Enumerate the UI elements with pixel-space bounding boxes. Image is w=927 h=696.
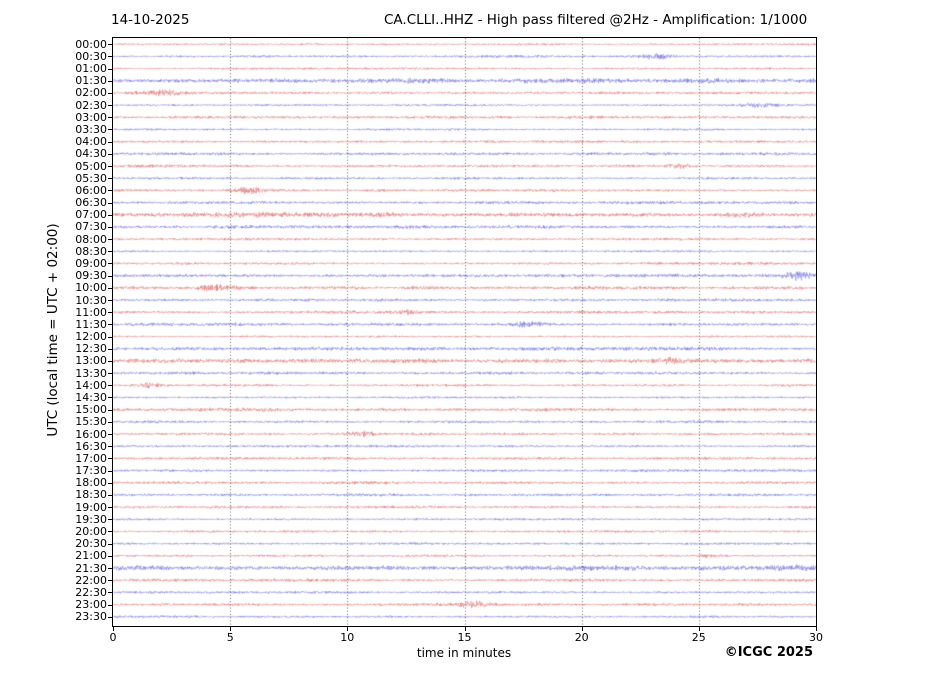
y-tick-label: 21:30	[75, 561, 107, 575]
x-tick-label: 30	[809, 631, 823, 644]
y-tick-label: 07:30	[75, 220, 107, 234]
y-tick-label: 08:00	[75, 232, 107, 246]
y-tick-label: 06:00	[75, 183, 107, 197]
x-tick-mark	[347, 627, 348, 631]
x-tick-mark	[230, 627, 231, 631]
y-tick-label: 02:30	[75, 98, 107, 112]
y-tick-label: 20:00	[75, 524, 107, 538]
x-tick-mark	[582, 627, 583, 631]
y-tick-label: 19:00	[75, 500, 107, 514]
y-tick-label: 03:30	[75, 123, 107, 136]
y-tick-label: 14:00	[75, 378, 107, 392]
x-tick-label: 20	[574, 631, 589, 644]
y-tick-label: 17:00	[75, 451, 107, 465]
y-tick-label: 00:30	[75, 49, 107, 63]
y-tick-label: 21:00	[75, 549, 107, 563]
y-tick-label: 11:30	[75, 317, 107, 331]
y-tick-label: 10:30	[75, 293, 107, 307]
plot-area	[112, 37, 817, 627]
y-tick-label: 07:00	[75, 208, 107, 222]
x-tick-label: 0	[109, 631, 117, 644]
y-tick-label: 02:00	[75, 86, 107, 100]
y-tick-label: 13:30	[75, 366, 107, 380]
y-tick-label: 06:30	[75, 196, 107, 210]
y-tick-label: 23:00	[75, 598, 107, 611]
x-tick-mark	[113, 627, 114, 631]
y-tick-label: 17:30	[75, 464, 107, 477]
y-tick-label: 05:30	[75, 171, 107, 185]
x-tick-label: 5	[226, 631, 234, 644]
y-tick-label: 13:00	[75, 354, 107, 368]
y-tick-label: 12:30	[75, 342, 107, 356]
y-tick-label: 14:30	[75, 390, 107, 404]
x-tick-label: 15	[457, 631, 472, 644]
y-tick-label: 08:30	[75, 244, 107, 258]
y-tick-label: 01:30	[75, 74, 107, 88]
x-tick-label: 25	[691, 631, 706, 644]
y-tick-label: 22:30	[75, 585, 107, 599]
y-tick-label: 00:00	[75, 37, 107, 51]
x-tick-mark	[465, 627, 466, 631]
y-tick-label: 03:00	[75, 110, 107, 124]
y-tick-label: 04:30	[75, 147, 107, 161]
y-tick-label: 23:30	[75, 610, 107, 624]
y-tick-label: 22:00	[75, 573, 107, 587]
y-tick-label: 01:00	[75, 62, 107, 76]
y-tick-label: 18:00	[75, 476, 107, 490]
x-tick-label: 10	[340, 631, 355, 644]
y-tick-label: 16:30	[75, 439, 107, 453]
y-tick-label: 15:00	[75, 403, 107, 417]
y-tick-label: 20:30	[75, 537, 107, 551]
y-tick-label: 09:00	[75, 257, 107, 270]
x-tick-mark	[816, 627, 817, 631]
y-tick-label: 19:30	[75, 512, 107, 526]
y-tick-label: 05:00	[75, 159, 107, 173]
y-tick-label: 10:00	[75, 281, 107, 295]
seismogram-traces-canvas	[113, 38, 816, 626]
y-tick-label: 18:30	[75, 488, 107, 502]
y-tick-label: 12:00	[75, 330, 107, 343]
copyright-label: ©ICGC 2025	[724, 645, 813, 660]
y-tick-label: 11:00	[75, 305, 107, 319]
helicorder-figure: 14-10-2025 CA.CLLI..HHZ - High pass filt…	[0, 0, 927, 696]
y-tick-label: 16:00	[75, 427, 107, 441]
y-tick-label: 04:00	[75, 135, 107, 149]
plot-title: CA.CLLI..HHZ - High pass filtered @2Hz -…	[384, 12, 808, 28]
date-label: 14-10-2025	[111, 12, 190, 28]
x-axis-label: time in minutes	[416, 646, 512, 660]
y-tick-label: 15:30	[75, 415, 107, 429]
y-tick-label: 09:30	[75, 269, 107, 283]
x-tick-mark	[699, 627, 700, 631]
